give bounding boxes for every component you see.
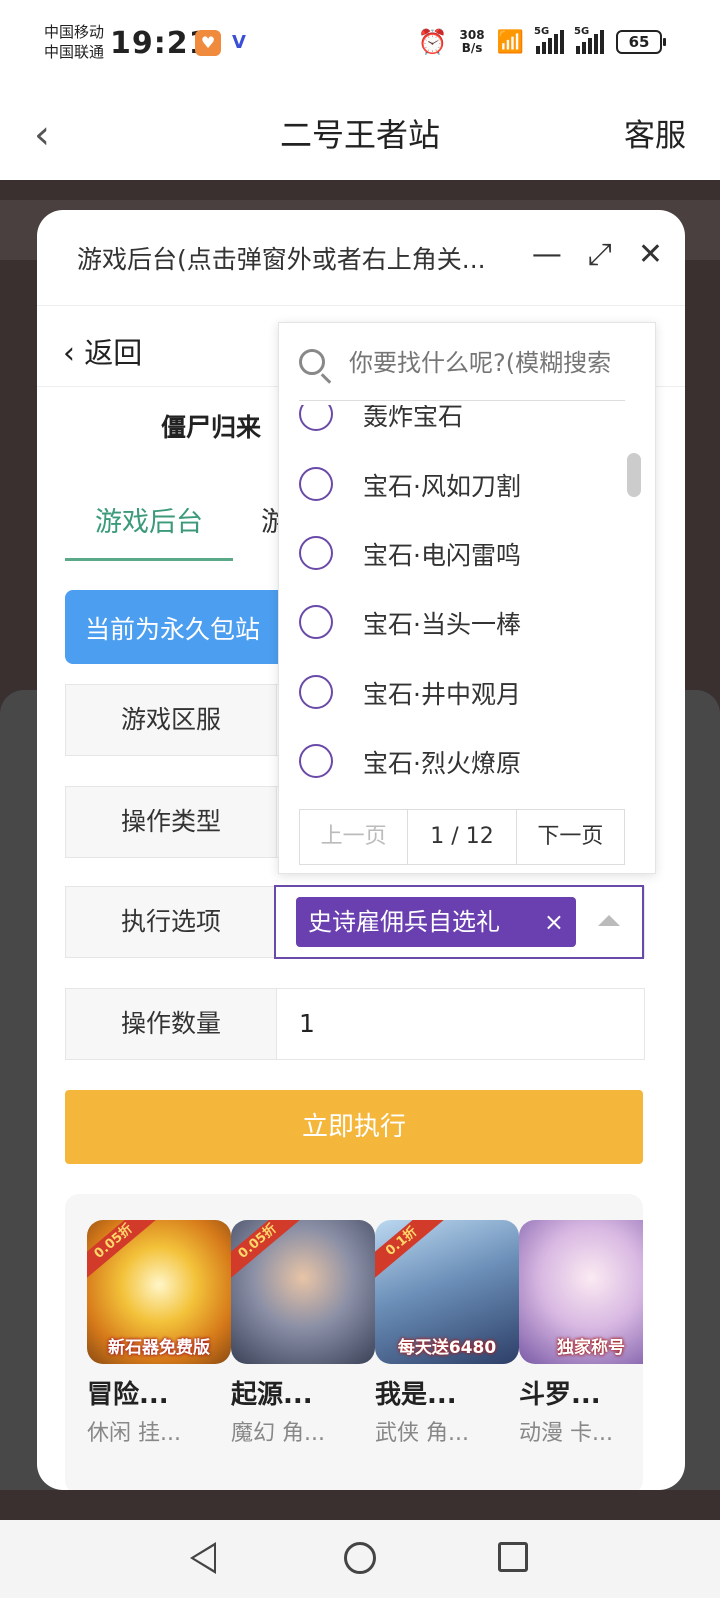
close-icon[interactable]: ✕ <box>638 238 663 272</box>
game-title: 起源... <box>231 1380 313 1410</box>
maximize-icon[interactable]: ⤢ <box>588 238 612 272</box>
carrier-2: 中国联通 <box>44 43 105 61</box>
network-speed: 308 B/s <box>460 29 485 55</box>
option-list: 轰炸宝石 宝石·风如刀割 宝石·电闪雷鸣 宝石·当头一棒 宝石·井中观月 宝石·… <box>299 405 625 801</box>
signal-5g-icon-2: 5G <box>574 26 604 54</box>
quantity-value: 1 <box>299 1009 315 1038</box>
option-dropdown: 轰炸宝石 宝石·风如刀割 宝石·电闪雷鸣 宝石·当头一棒 宝石·井中观月 宝石·… <box>278 322 656 874</box>
radio-button[interactable] <box>299 536 333 570</box>
modal-back-button[interactable]: ‹ 返回 <box>63 330 142 372</box>
thumbnail-caption: 新石器免费版 <box>108 1338 210 1358</box>
status-icons: ⏰ 308 B/s 📶 5G 5G 65 <box>417 26 666 56</box>
option-text: 宝石·风如刀割 <box>363 472 521 501</box>
chevron-left-icon: ‹ <box>63 336 75 371</box>
remove-tag-icon[interactable]: × <box>544 897 564 947</box>
game-thumbnail: 0.05折 新石器免费版 <box>87 1220 231 1364</box>
list-item[interactable]: 宝石·风如刀割 <box>299 455 625 515</box>
status-bar: 中国移动 中国联通 19:21 ♥ V ⏰ 308 B/s 📶 5G 5G 65 <box>0 0 720 88</box>
game-card[interactable]: 0.05折 起源... 魔幻 角... <box>231 1220 375 1447</box>
vpn-icon: V <box>232 32 246 53</box>
discount-badge: 0.05折 <box>231 1220 307 1286</box>
carrier-1: 中国移动 <box>44 23 105 41</box>
option-text: 宝石·电闪雷鸣 <box>363 541 521 570</box>
back-label: 返回 <box>84 336 143 370</box>
discount-badge: 0.1折 <box>375 1220 451 1286</box>
prev-page-button[interactable]: 上一页 <box>300 810 409 864</box>
next-page-button[interactable]: 下一页 <box>517 810 624 864</box>
nav-recents-icon[interactable] <box>498 1542 528 1572</box>
option-text: 宝石·烈火燎原 <box>363 749 521 778</box>
game-thumbnail: 0.05折 <box>231 1220 375 1364</box>
scrollbar-thumb[interactable] <box>627 453 641 497</box>
selected-option-text: 史诗雇佣兵自选礼 <box>308 908 500 936</box>
battery-icon: 65 <box>616 30 666 54</box>
minimize-icon[interactable]: — <box>532 238 562 272</box>
game-tags: 魔幻 角... <box>231 1421 325 1446</box>
server-label: 游戏区服 <box>120 705 221 734</box>
pagination: 上一页 1 / 12 下一页 <box>299 809 625 865</box>
list-item[interactable]: 宝石·烈火燎原 <box>299 732 625 792</box>
search-icon <box>299 349 325 375</box>
nav-back-icon[interactable] <box>190 1542 216 1574</box>
option-text: 宝石·当头一棒 <box>363 610 521 639</box>
signal-5g-icon: 5G <box>534 26 564 54</box>
wifi-icon: 📶 <box>496 29 524 55</box>
game-title: 斗罗... <box>519 1380 601 1410</box>
list-item[interactable]: 宝石·电闪雷鸣 <box>299 524 625 584</box>
quantity-row: 操作数量 1 <box>65 988 645 1060</box>
carrier-labels: 中国移动 中国联通 <box>44 22 104 62</box>
list-item[interactable]: 宝石·当头一棒 <box>299 593 625 653</box>
radio-button[interactable] <box>299 405 333 431</box>
discount-badge: 0.05折 <box>87 1220 163 1286</box>
system-nav-bar <box>0 1520 720 1598</box>
option-label: 执行选项 <box>120 907 221 936</box>
option-text: 宝石·井中观月 <box>363 680 521 709</box>
tab-game-backend[interactable]: 游戏后台 <box>95 500 203 539</box>
radio-button[interactable] <box>299 467 333 501</box>
speed-unit: B/s <box>461 41 483 55</box>
game-card[interactable]: 独家称号 斗罗... 动漫 卡... <box>519 1220 643 1447</box>
active-tab-indicator <box>65 558 233 561</box>
list-item[interactable]: 轰炸宝石 <box>299 405 625 445</box>
game-recommendations: 0.05折 新石器免费版 冒险... 休闲 挂... 0.05折 起源... 魔… <box>65 1194 643 1490</box>
list-item[interactable]: 宝石·井中观月 <box>299 663 625 723</box>
game-thumbnail: 0.1折 每天送6480 <box>375 1220 519 1364</box>
alarm-icon: ⏰ <box>417 28 448 56</box>
quantity-label: 操作数量 <box>120 1009 221 1038</box>
game-card[interactable]: 0.05折 新石器免费版 冒险... 休闲 挂... <box>87 1220 231 1447</box>
game-title: 我是... <box>375 1380 457 1410</box>
game-thumbnail: 独家称号 <box>519 1220 643 1364</box>
game-card[interactable]: 0.1折 每天送6480 我是... 武侠 角... <box>375 1220 519 1447</box>
modal-title: 游戏后台(点击弹窗外或者右上角关... <box>77 245 486 274</box>
radio-button[interactable] <box>299 605 333 639</box>
type-label: 操作类型 <box>120 807 221 836</box>
execute-button[interactable]: 立即执行 <box>65 1090 643 1164</box>
option-select[interactable]: 史诗雇佣兵自选礼 × <box>274 885 644 959</box>
dropdown-search <box>299 323 625 401</box>
caret-up-icon[interactable] <box>598 915 620 926</box>
page-title: 二号王者站 <box>279 116 440 154</box>
game-name: 僵尸归来 <box>161 413 262 442</box>
thumbnail-caption: 独家称号 <box>557 1338 625 1358</box>
modal-controls: — ⤢ ✕ <box>532 238 663 272</box>
quantity-input[interactable]: 1 <box>276 989 644 1059</box>
game-title: 冒险... <box>87 1380 169 1410</box>
page-indicator: 1 / 12 <box>408 810 517 864</box>
title-bar: ‹ 二号王者站 客服 <box>0 88 720 180</box>
selected-option-tag: 史诗雇佣兵自选礼 × <box>296 897 576 947</box>
game-tags: 休闲 挂... <box>87 1421 181 1446</box>
game-tags: 武侠 角... <box>375 1421 469 1446</box>
customer-service-link[interactable]: 客服 <box>624 110 686 155</box>
option-row: 执行选项 史诗雇佣兵自选礼 × <box>65 885 645 959</box>
radio-button[interactable] <box>299 675 333 709</box>
thumbnail-caption: 每天送6480 <box>397 1338 497 1358</box>
option-text: 轰炸宝石 <box>363 405 464 431</box>
modal-header: 游戏后台(点击弹窗外或者右上角关... — ⤢ ✕ <box>37 210 685 306</box>
search-input[interactable] <box>349 341 623 385</box>
radio-button[interactable] <box>299 744 333 778</box>
nav-home-icon[interactable] <box>344 1542 376 1574</box>
app-heart-icon: ♥ <box>195 30 221 56</box>
game-tags: 动漫 卡... <box>519 1421 613 1446</box>
